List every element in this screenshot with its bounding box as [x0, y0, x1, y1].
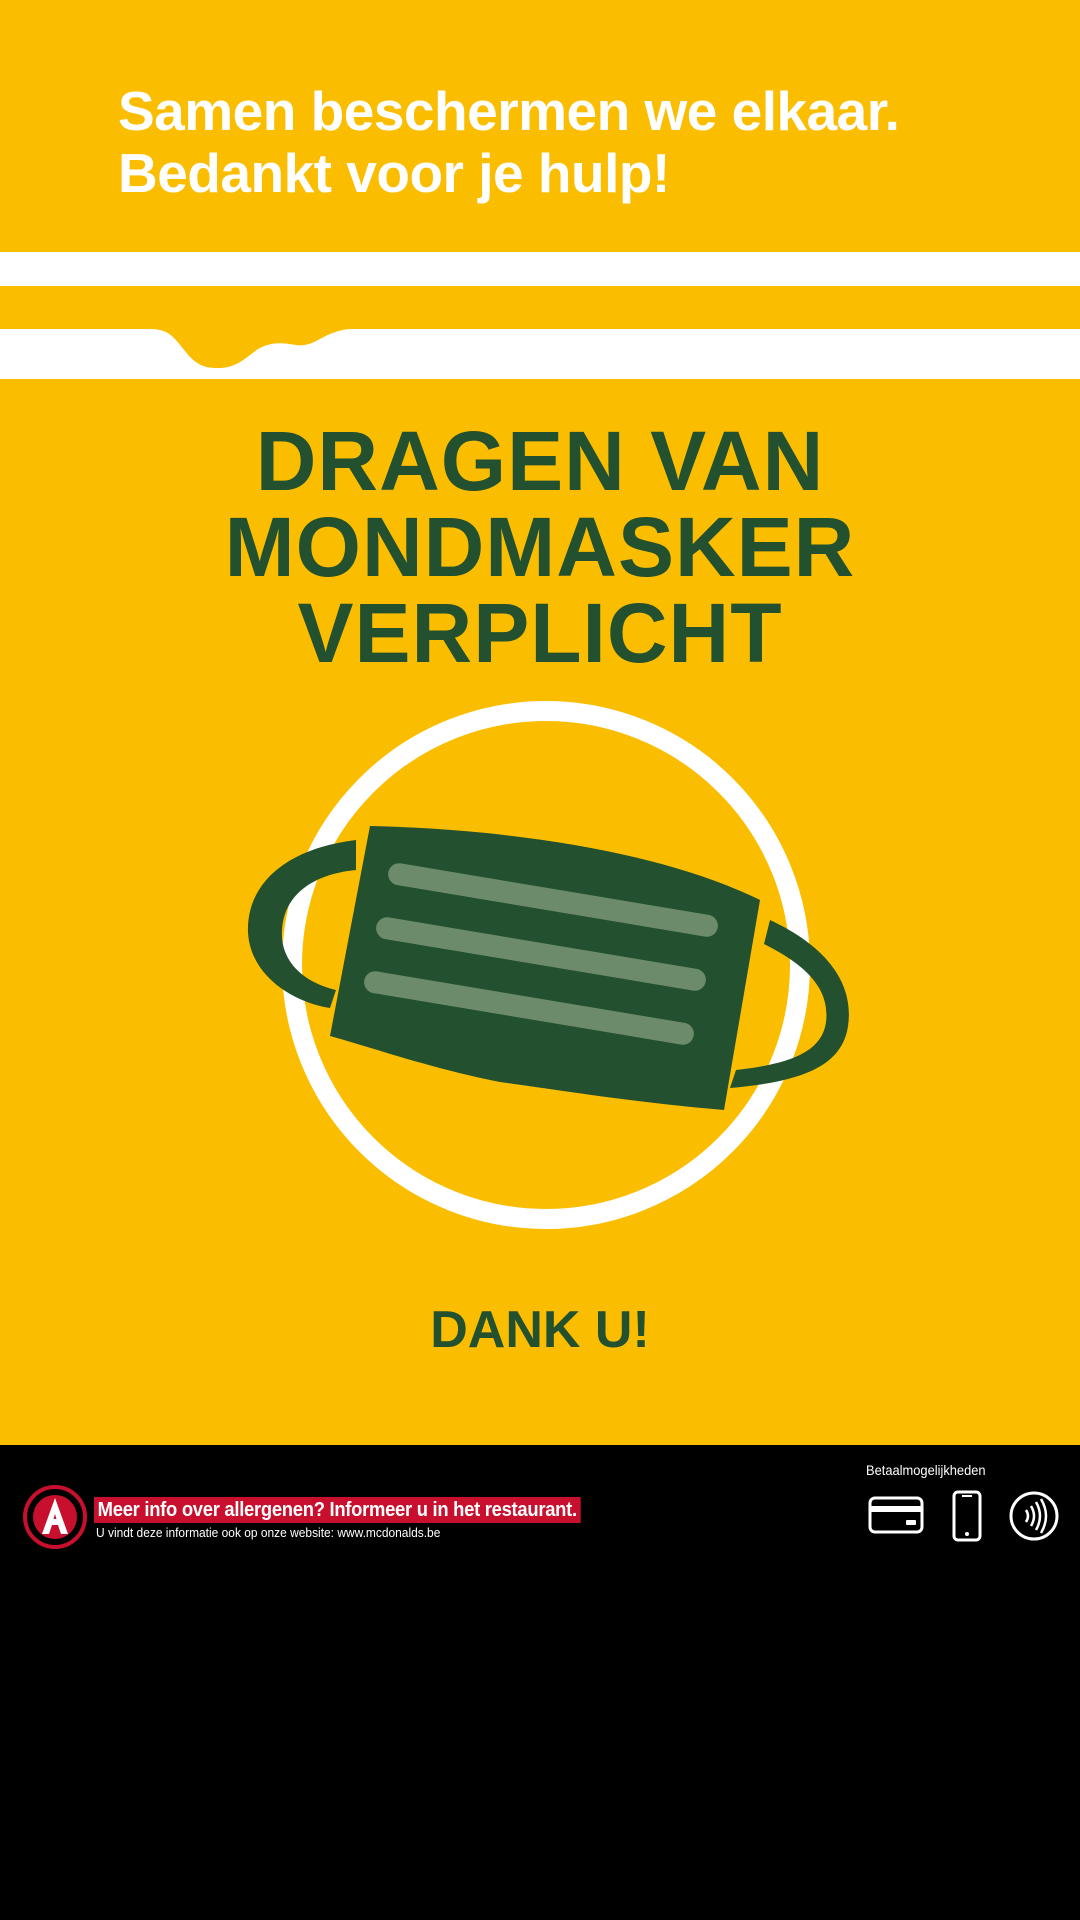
- allergen-a-icon: [23, 1485, 87, 1549]
- header-line-2: Bedankt voor je hulp!: [118, 142, 670, 204]
- allergen-info-title: Meer info over allergenen? Informeer u i…: [94, 1497, 581, 1523]
- header-message: Samen beschermen we elkaar. Bedankt voor…: [118, 80, 1038, 204]
- payment-options-label: Betaalmogelijkheden: [866, 1462, 986, 1478]
- contactless-icon: [1009, 1491, 1059, 1541]
- divider-stripe-yellow: [0, 286, 1080, 329]
- face-mask-icon: [247, 701, 849, 1229]
- credit-card-icon: [868, 1496, 924, 1534]
- headline-line-1: DRAGEN VAN: [255, 414, 825, 508]
- headline-line-3: VERPLICHT: [297, 586, 783, 680]
- mask-required-headline: DRAGEN VAN MONDMASKER VERPLICHT: [0, 418, 1080, 676]
- header-line-1: Samen beschermen we elkaar.: [118, 80, 900, 142]
- wavy-divider: [0, 329, 1080, 379]
- divider-stripe-white: [0, 252, 1080, 286]
- thank-you-text: DANK U!: [430, 1301, 650, 1359]
- smartphone-icon: [952, 1490, 982, 1542]
- allergen-info-subtitle: U vindt deze informatie ook op onze webs…: [96, 1525, 441, 1540]
- headline-line-2: MONDMASKER: [224, 500, 856, 594]
